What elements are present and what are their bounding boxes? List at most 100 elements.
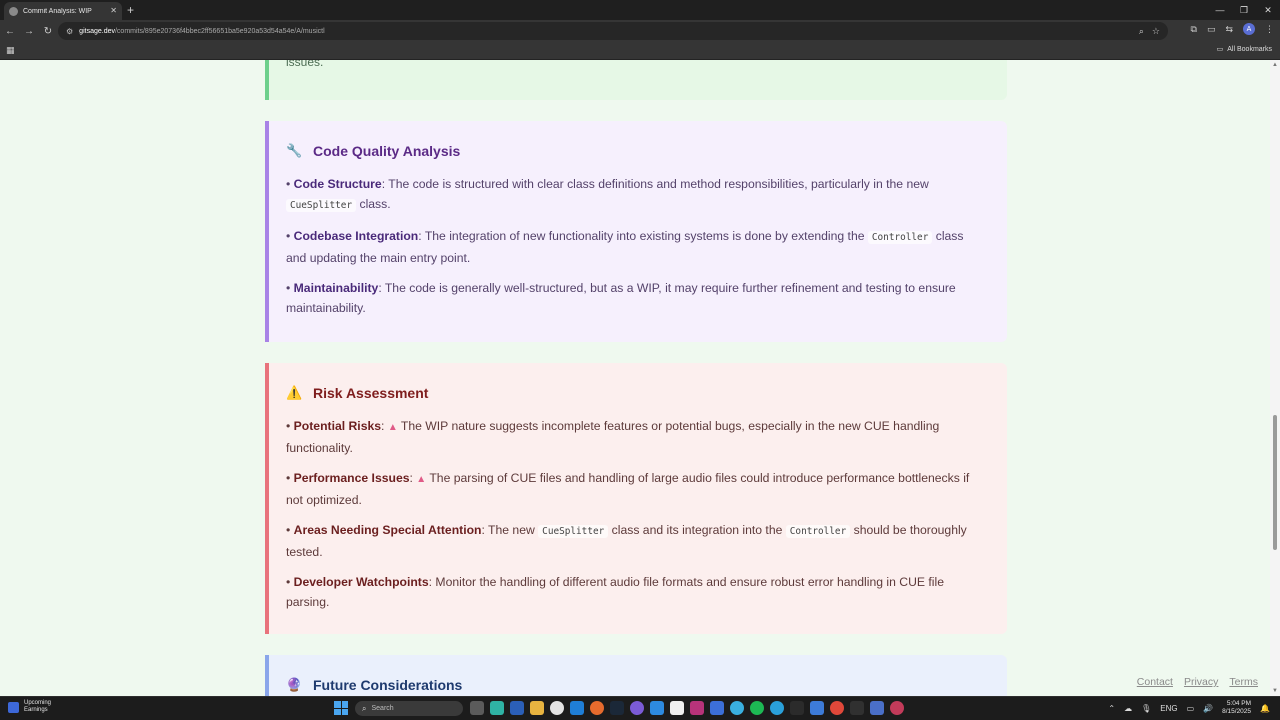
- widgets-button[interactable]: Upcoming Earnings: [8, 700, 51, 714]
- taskbar-search[interactable]: ⌕ Search: [355, 701, 463, 716]
- tab-strip: Commit Analysis: WIP ✕ + — ❐ ✕: [0, 0, 1280, 20]
- contact-link[interactable]: Contact: [1137, 676, 1173, 688]
- inline-code: Controller: [867, 231, 933, 244]
- scrollbar-thumb[interactable]: [1273, 415, 1277, 550]
- bookmark-star-icon[interactable]: ☆: [1152, 26, 1160, 37]
- scroll-down-icon[interactable]: ▼: [1272, 688, 1278, 694]
- privacy-link[interactable]: Privacy: [1184, 676, 1218, 688]
- all-bookmarks-button[interactable]: ▭ All Bookmarks: [1217, 45, 1272, 54]
- app-icon[interactable]: [630, 701, 644, 715]
- future-considerations-card: 🔮 Future Considerations: [265, 655, 1007, 696]
- cloud-icon[interactable]: ☁: [1124, 704, 1132, 713]
- volume-icon[interactable]: 🔊: [1203, 704, 1213, 713]
- item-text: class.: [356, 197, 391, 211]
- site-info-icon[interactable]: ⚙: [66, 27, 73, 36]
- item-text: : The new: [481, 523, 535, 537]
- sidepanel-icon[interactable]: ▭: [1207, 24, 1216, 35]
- copilot-icon[interactable]: [490, 701, 504, 715]
- windows-taskbar: Upcoming Earnings ⌕ Search ⌃ ☁ 🎙 ENG ▭ 🔊…: [0, 696, 1280, 720]
- start-button[interactable]: [334, 701, 348, 715]
- app-icon-2[interactable]: [850, 701, 864, 715]
- url-host: gitsage.dev: [79, 27, 115, 35]
- zoom-icon[interactable]: ⌕: [1139, 26, 1144, 37]
- green-card-text: issues.: [286, 60, 324, 69]
- inline-code: CueSplitter: [286, 199, 357, 212]
- item-label: Performance Issues: [293, 471, 410, 485]
- tab-close-icon[interactable]: ✕: [110, 7, 117, 15]
- list-item: • Potential Risks: ▲ The WIP nature sugg…: [286, 419, 940, 455]
- scroll-up-icon[interactable]: ▲: [1272, 62, 1278, 68]
- profile-avatar[interactable]: A: [1243, 23, 1255, 35]
- favicon-icon: [9, 6, 18, 16]
- browser-tab-active[interactable]: Commit Analysis: WIP ✕: [4, 2, 122, 20]
- file-explorer-icon[interactable]: [530, 701, 544, 715]
- apps-grid-icon[interactable]: ▦: [6, 45, 15, 56]
- widget-text: Upcoming Earnings: [24, 700, 51, 714]
- item-text: : The code is generally well-structured,…: [286, 281, 956, 315]
- wrench-icon: 🔧: [286, 143, 303, 158]
- maximize-icon[interactable]: ❐: [1232, 0, 1256, 20]
- item-label: Potential Risks: [293, 419, 382, 433]
- snipping-icon[interactable]: [810, 701, 824, 715]
- telegram-icon[interactable]: [770, 701, 784, 715]
- news-widget-icon: [8, 701, 19, 713]
- photos-icon[interactable]: [650, 701, 664, 715]
- close-window-icon[interactable]: ✕: [1256, 0, 1280, 20]
- window-controls: — ❐ ✕: [1208, 0, 1280, 20]
- summary-card-green: issues.: [265, 60, 1007, 100]
- list-item: • Code Structure: The code is structured…: [286, 177, 929, 212]
- list-item: • Developer Watchpoints: Monitor the han…: [286, 575, 944, 609]
- visual-studio-icon[interactable]: [710, 701, 724, 715]
- item-label: Developer Watchpoints: [293, 575, 429, 589]
- clock[interactable]: 5:04 PM 8/15/2025: [1222, 700, 1251, 716]
- clock-date: 8/15/2025: [1222, 708, 1252, 715]
- cast-icon[interactable]: ⇆: [1225, 24, 1233, 35]
- network-icon[interactable]: ▭: [1187, 704, 1195, 713]
- language-indicator[interactable]: ENG: [1160, 704, 1177, 713]
- forward-icon[interactable]: →: [20, 22, 38, 40]
- terminal-icon[interactable]: [790, 701, 804, 715]
- chrome-active-icon[interactable]: [730, 701, 744, 715]
- warning-icon: ⚠️: [286, 385, 303, 400]
- item-label: Code Structure: [293, 177, 382, 191]
- task-view-icon[interactable]: [470, 701, 484, 715]
- reload-icon[interactable]: ↻: [39, 22, 57, 40]
- section-title-code-quality: 🔧 Code Quality Analysis: [286, 141, 987, 161]
- capcut-icon[interactable]: [670, 701, 684, 715]
- address-bar[interactable]: ⚙ gitsage.dev/commits/895e20736f4bbec2ff…: [58, 22, 1168, 40]
- terms-link[interactable]: Terms: [1229, 676, 1258, 688]
- outlook-icon[interactable]: [570, 701, 584, 715]
- item-label: Areas Needing Special Attention: [293, 523, 482, 537]
- url-text[interactable]: gitsage.dev/commits/895e20736f4bbec2ff56…: [79, 28, 1133, 35]
- new-tab-icon[interactable]: +: [127, 3, 134, 17]
- mic-icon[interactable]: 🎙: [1141, 704, 1151, 713]
- word-icon[interactable]: [510, 701, 524, 715]
- steam-icon[interactable]: [610, 701, 624, 715]
- future-heading: Future Considerations: [313, 677, 463, 693]
- monitor-icon[interactable]: [870, 701, 884, 715]
- firefox-icon[interactable]: [590, 701, 604, 715]
- menu-icon[interactable]: ⋮: [1265, 24, 1274, 35]
- item-text: : The integration of new functionality i…: [418, 229, 865, 243]
- crystal-ball-icon: 🔮: [286, 677, 303, 692]
- page-scrollbar[interactable]: ▲ ▼: [1270, 60, 1280, 696]
- chevron-up-icon[interactable]: ⌃: [1108, 704, 1115, 713]
- minimize-icon[interactable]: —: [1208, 0, 1232, 20]
- app-icon-3[interactable]: [890, 701, 904, 715]
- chrome-icon[interactable]: [550, 701, 564, 715]
- tab-title: Commit Analysis: WIP: [23, 7, 92, 15]
- widget-subtitle: Earnings: [24, 707, 48, 713]
- inline-code: CueSplitter: [538, 525, 609, 538]
- editor-icon[interactable]: [690, 701, 704, 715]
- list-item: • Codebase Integration: The integration …: [286, 229, 964, 265]
- omnibox-actions: ⌕ ☆: [1139, 26, 1160, 37]
- browser-toolbar: ← → ↻ ⚙ gitsage.dev/commits/895e20736f4b…: [0, 20, 1280, 42]
- notification-icon[interactable]: 🔔: [1260, 704, 1270, 713]
- back-icon[interactable]: ←: [1, 22, 19, 40]
- search-icon: ⌕: [362, 703, 367, 713]
- all-bookmarks-label: All Bookmarks: [1227, 45, 1272, 53]
- opera-icon[interactable]: [830, 701, 844, 715]
- spotify-icon[interactable]: [750, 701, 764, 715]
- extensions-icon[interactable]: ⧉: [1191, 24, 1197, 35]
- risk-assessment-card: ⚠️ Risk Assessment • Potential Risks: ▲ …: [265, 363, 1007, 634]
